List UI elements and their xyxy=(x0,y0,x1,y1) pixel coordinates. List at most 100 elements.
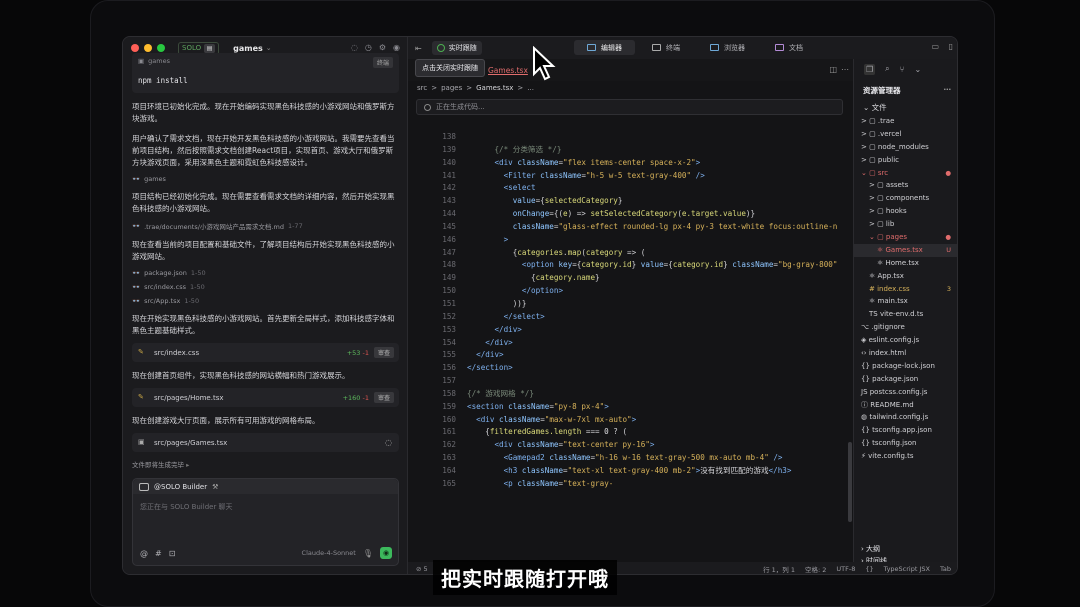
file-reference[interactable]: 👓 package.json 1-50 xyxy=(132,269,399,277)
code-line[interactable]: 155 </div> xyxy=(408,349,853,362)
tab-mode[interactable]: Tab xyxy=(940,565,951,573)
code-line[interactable]: 138 xyxy=(408,131,853,144)
more-icon[interactable]: ⋯ xyxy=(841,65,849,74)
code-line[interactable]: 157 xyxy=(408,375,853,388)
file-tree-item[interactable]: > ▢ node_modules xyxy=(854,141,957,154)
code-line[interactable]: 150 </option> xyxy=(408,285,853,298)
file-tree-item[interactable]: ⚛ Games.tsx U xyxy=(854,243,957,257)
file-tree-item[interactable]: ⚛ main.tsx xyxy=(854,295,957,308)
file-tree-item[interactable]: ⌄ ▢ src ● xyxy=(854,167,957,180)
code-line[interactable]: 144 onChange={(e) => setSelectedCategory… xyxy=(408,208,853,221)
mention-button[interactable]: @ xyxy=(140,549,148,558)
code-line[interactable]: 164 <h3 className="text-xl text-gray-400… xyxy=(408,465,853,478)
file-tree-item[interactable]: JS postcss.config.js xyxy=(854,386,957,399)
code-line[interactable]: 153 </div> xyxy=(408,324,853,337)
chat-messages[interactable]: ▣ games 终端 npm install 项目环境已初始化完成。现在开始编码实… xyxy=(123,51,408,486)
file-tree-item[interactable]: > ▢ public xyxy=(854,154,957,167)
breadcrumb-item[interactable]: ... xyxy=(527,84,534,92)
language-mode[interactable]: TypeScript JSX xyxy=(884,565,930,573)
code-line[interactable]: 160 <div className="max-w-7xl mx-auto"> xyxy=(408,414,853,427)
tab-terminal[interactable]: 终端 xyxy=(639,40,693,55)
file-tree-item[interactable]: ⚡ vite.config.ts xyxy=(854,450,957,463)
code-line[interactable]: 147 {categories.map(category => ( xyxy=(408,247,853,260)
file-tree-item[interactable]: > ▢ .trae xyxy=(854,115,957,128)
file-tree-item[interactable]: > ▢ .vercel xyxy=(854,128,957,141)
split-editor-icon[interactable]: ◫ xyxy=(829,65,837,74)
tab-browser[interactable]: 浏览器 xyxy=(697,40,758,55)
brace-icon[interactable]: {} xyxy=(865,565,873,573)
file-tree-item[interactable]: > ▢ assets xyxy=(854,179,957,192)
code-line[interactable]: 156 </section> xyxy=(408,362,853,375)
collapse-sidebar-icon[interactable]: ⇤ xyxy=(415,44,422,53)
file-generating-card[interactable]: ▣ src/pages/Games.tsx ◌ xyxy=(132,433,399,452)
file-tree-item[interactable]: ⓘ README.md xyxy=(854,399,957,412)
image-upload-icon[interactable]: ⊡ xyxy=(169,549,176,558)
file-tree-item[interactable]: > ▢ components xyxy=(854,192,957,205)
files-icon[interactable]: ❐ xyxy=(864,63,876,75)
breadcrumb-item[interactable]: pages xyxy=(441,84,462,92)
live-follow-button[interactable]: 实时跟随 xyxy=(431,41,482,55)
file-tree-item[interactable]: {} package.json xyxy=(854,373,957,386)
code-line[interactable]: 149 {category.name} xyxy=(408,272,853,285)
code-line[interactable]: 158 {/* 游戏网格 */} xyxy=(408,388,853,401)
review-button[interactable]: 审查 xyxy=(373,347,394,358)
file-tree-item[interactable]: TS vite-env.d.ts xyxy=(854,308,957,321)
files-section[interactable]: ⌄ 文件 xyxy=(854,102,957,113)
code-line[interactable]: 154 </div> xyxy=(408,337,853,350)
file-tree-item[interactable]: ⌄ ▢ pages ● xyxy=(854,231,957,244)
problems-count[interactable]: ⊘ 5 xyxy=(416,565,428,573)
code-line[interactable]: 140 <div className="flex items-center sp… xyxy=(408,157,853,170)
encoding[interactable]: UTF-8 xyxy=(836,565,855,573)
outline-section[interactable]: › 大纲 xyxy=(861,544,880,554)
more-icon[interactable]: ⋯ xyxy=(944,85,952,94)
chevron-down-icon[interactable]: ⌄ xyxy=(914,65,921,74)
file-reference[interactable]: 👓 .trae/documents/小游戏网站产品需求文档.md 1-77 xyxy=(132,221,399,231)
split-icon[interactable]: ▭ xyxy=(931,42,939,51)
code-line[interactable]: 159 <section className="py-8 px-4"> xyxy=(408,401,853,414)
file-tree-item[interactable]: ‹› index.html xyxy=(854,347,957,360)
open-terminal-button[interactable]: 终端 xyxy=(372,57,393,68)
file-reference[interactable]: 👓 games xyxy=(132,175,399,183)
code-line[interactable]: 146 > xyxy=(408,234,853,247)
editor-scrollbar[interactable] xyxy=(848,132,852,532)
file-tree-item[interactable]: > ▢ hooks xyxy=(854,205,957,218)
source-control-icon[interactable]: ⑂ xyxy=(900,65,905,74)
file-reference[interactable]: 👓 src/index.css 1-50 xyxy=(132,283,399,291)
code-line[interactable]: 165 <p className="text-gray- xyxy=(408,478,853,491)
indent-setting[interactable]: 空格: 2 xyxy=(805,564,826,574)
file-tree-item[interactable]: {} package-lock.json xyxy=(854,360,957,373)
code-line[interactable]: 152 </select> xyxy=(408,311,853,324)
code-line[interactable]: 161 {filteredGames.length === 0 ? ( xyxy=(408,426,853,439)
search-icon[interactable]: ⌕ xyxy=(885,64,889,74)
tab-editor[interactable]: 编辑器 xyxy=(574,40,635,55)
code-line[interactable]: 162 <div className="text-center py-16"> xyxy=(408,439,853,452)
file-reference[interactable]: 👓 src/App.tsx 1-50 xyxy=(132,297,399,305)
file-change-card[interactable]: ✎ src/index.css +53 -1 审查 xyxy=(132,343,399,362)
code-line[interactable]: 151 ))} xyxy=(408,298,853,311)
file-tree-item[interactable]: > ▢ lib xyxy=(854,218,957,231)
file-tree-item[interactable]: ⌥ .gitignore xyxy=(854,321,957,334)
cursor-position[interactable]: 行 1，列 1 xyxy=(763,564,795,574)
tools-icon[interactable]: ⚒ xyxy=(212,483,218,491)
breadcrumb-item[interactable]: src xyxy=(417,84,427,92)
panel-icon[interactable]: ▯ xyxy=(949,42,953,51)
file-change-card[interactable]: ✎ src/pages/Home.tsx +160 -1 审查 xyxy=(132,388,399,407)
tab-docs[interactable]: 文档 xyxy=(762,40,816,55)
code-line[interactable]: 143 value={selectedCategory} xyxy=(408,195,853,208)
file-tree-item[interactable]: ⚛ App.tsx xyxy=(854,270,957,283)
file-tree-item[interactable]: {} tsconfig.app.json xyxy=(854,424,957,437)
code-line[interactable]: 145 className="glass-effect rounded-lg p… xyxy=(408,221,853,234)
code-editor[interactable]: 138 139 {/* 分类筛选 */} 140 <div className="f… xyxy=(408,131,853,541)
code-line[interactable]: 142 <select xyxy=(408,182,853,195)
code-line[interactable]: 139 {/* 分类筛选 */} xyxy=(408,144,853,157)
file-tree-item[interactable]: ◍ tailwind.config.js xyxy=(854,411,957,424)
send-button[interactable]: ◉ xyxy=(380,547,392,559)
model-selector[interactable]: Claude-4-Sonnet xyxy=(302,549,356,557)
code-line[interactable]: 163 <Gamepad2 className="h-16 w-16 text-… xyxy=(408,452,853,465)
microphone-icon[interactable]: 🎙 xyxy=(363,549,373,558)
chat-input-field[interactable]: 您正在与 SOLO Builder 聊天 xyxy=(133,494,398,520)
file-tree-item[interactable]: # index.css 3 xyxy=(854,283,957,296)
code-line[interactable]: 141 <Filter className="h-5 w-5 text-gray… xyxy=(408,170,853,183)
chat-input-box[interactable]: @SOLO Builder ⚒ 您正在与 SOLO Builder 聊天 @ # … xyxy=(132,478,399,566)
breadcrumb-item[interactable]: Games.tsx xyxy=(476,84,513,92)
